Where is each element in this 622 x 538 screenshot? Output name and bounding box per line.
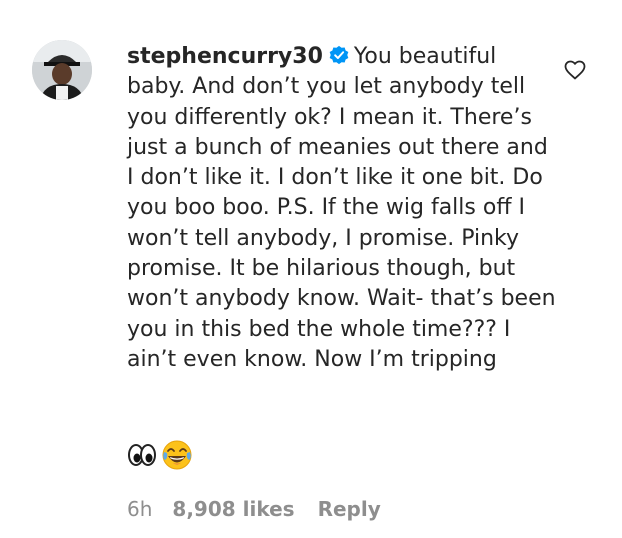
avatar[interactable] — [32, 40, 92, 100]
username-link[interactable]: stephencurry30 — [127, 44, 323, 69]
heart-outline-icon — [564, 60, 586, 80]
comment-body: stephencurry30 You beautiful baby. And do… — [127, 42, 557, 375]
eyes-emoji — [127, 440, 157, 470]
verified-badge-icon — [328, 44, 350, 66]
like-button[interactable] — [563, 58, 587, 82]
likes-count-link[interactable]: 8,908 likes — [172, 497, 294, 521]
reply-button[interactable]: Reply — [318, 497, 381, 521]
comment-meta: 6h 8,908 likes Reply — [127, 497, 381, 521]
face-with-tears-of-joy-emoji — [161, 439, 193, 471]
comment-timestamp: 6h — [127, 497, 153, 521]
emoji-row — [127, 438, 193, 472]
profile-photo — [32, 40, 92, 100]
comment: stephencurry30 You beautiful baby. And do… — [0, 0, 622, 538]
comment-text: You beautiful baby. And don’t you let an… — [127, 44, 563, 372]
